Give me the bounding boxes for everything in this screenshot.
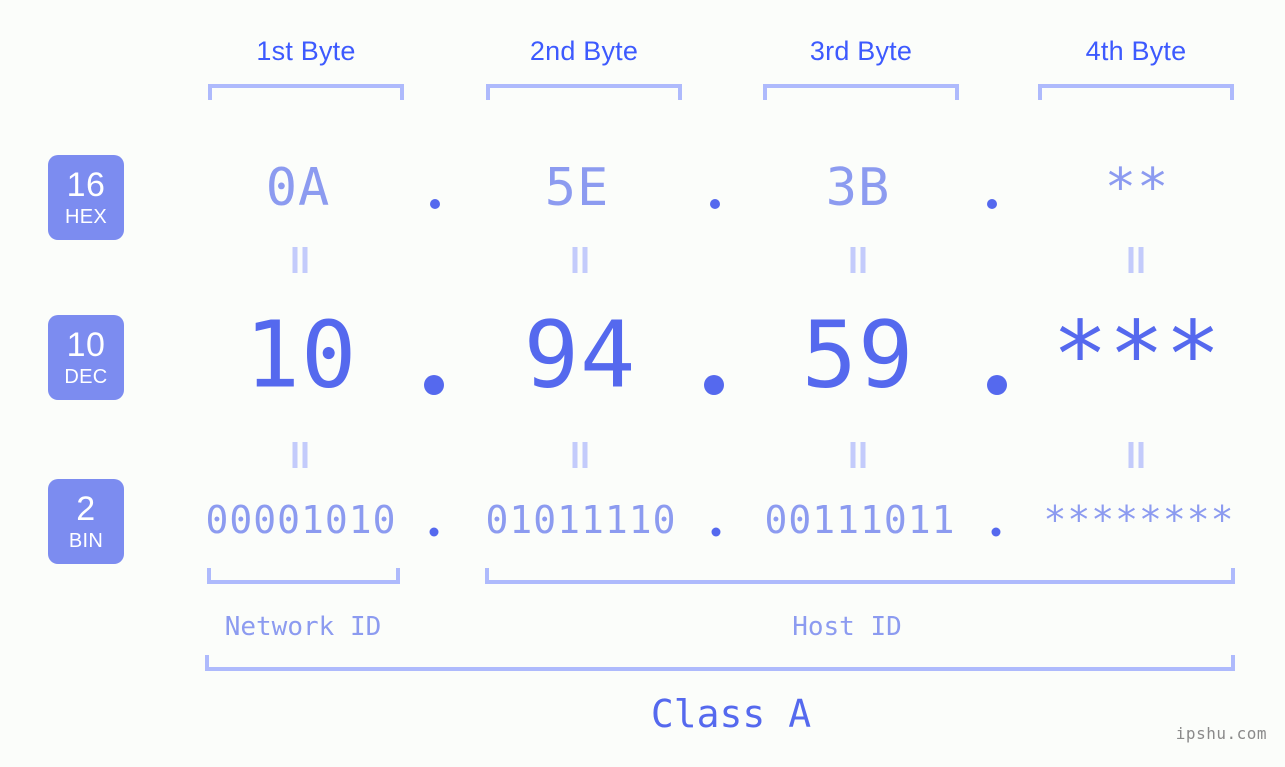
class-label: Class A — [650, 692, 812, 736]
byte-bracket-1 — [208, 84, 404, 100]
hex-separator-2 — [710, 199, 720, 209]
byte-header-1: 1st Byte — [256, 36, 356, 66]
byte-header-2: 2nd Byte — [529, 36, 639, 66]
dec-byte-2: 94 — [523, 301, 637, 409]
base-badge-dec-abbr: DEC — [64, 366, 108, 388]
byte-bracket-2 — [486, 84, 682, 100]
equals-mark-hex-dec-4 — [1128, 247, 1144, 273]
dec-separator-2 — [704, 375, 724, 395]
base-badge-dec: 10 DEC — [48, 315, 124, 400]
byte-bracket-4 — [1038, 84, 1234, 100]
base-badge-hex: 16 HEX — [48, 155, 124, 240]
ip-breakdown-diagram: 1st Byte 2nd Byte 3rd Byte 4th Byte 16 H… — [0, 0, 1285, 767]
base-badge-dec-number: 10 — [66, 326, 106, 364]
hex-byte-2: 5E — [544, 158, 610, 218]
dec-separator-3 — [987, 375, 1007, 395]
equals-mark-hex-dec-1 — [292, 247, 308, 273]
base-badge-hex-abbr: HEX — [64, 206, 108, 228]
byte-bracket-3 — [763, 84, 959, 100]
host-id-label: Host ID — [792, 612, 902, 642]
host-id-bracket — [485, 568, 1235, 584]
equals-mark-dec-bin-3 — [850, 442, 866, 468]
hex-byte-4: ** — [1104, 158, 1170, 218]
bin-separator-3 — [991, 527, 1001, 537]
equals-mark-dec-bin-1 — [292, 442, 308, 468]
equals-mark-dec-bin-2 — [572, 442, 588, 468]
bin-byte-3: 00111011 — [764, 498, 956, 542]
base-badge-hex-number: 16 — [66, 166, 106, 204]
hex-byte-3: 3B — [825, 158, 891, 218]
dec-byte-4: *** — [1052, 301, 1222, 409]
equals-mark-hex-dec-3 — [850, 247, 866, 273]
bin-byte-4: ******** — [1043, 498, 1235, 542]
dec-byte-1: 10 — [244, 301, 358, 409]
bin-byte-2: 01011110 — [485, 498, 677, 542]
dec-byte-3: 59 — [801, 301, 915, 409]
base-badge-bin: 2 BIN — [48, 479, 124, 564]
equals-mark-dec-bin-4 — [1128, 442, 1144, 468]
hex-byte-1: 0A — [265, 158, 331, 218]
byte-header-3: 3rd Byte — [809, 36, 913, 66]
network-id-bracket — [207, 568, 400, 584]
network-id-label: Network ID — [224, 612, 382, 642]
hex-separator-1 — [430, 199, 440, 209]
equals-mark-hex-dec-2 — [572, 247, 588, 273]
dec-separator-1 — [424, 375, 444, 395]
hex-separator-3 — [987, 199, 997, 209]
base-badge-bin-number: 2 — [76, 490, 96, 528]
bin-separator-2 — [711, 527, 721, 537]
site-watermark: ipshu.com — [1175, 724, 1267, 743]
bin-separator-1 — [429, 527, 439, 537]
class-bracket — [205, 655, 1235, 671]
byte-header-4: 4th Byte — [1085, 36, 1187, 66]
bin-byte-1: 00001010 — [205, 498, 397, 542]
base-badge-bin-abbr: BIN — [68, 530, 104, 552]
